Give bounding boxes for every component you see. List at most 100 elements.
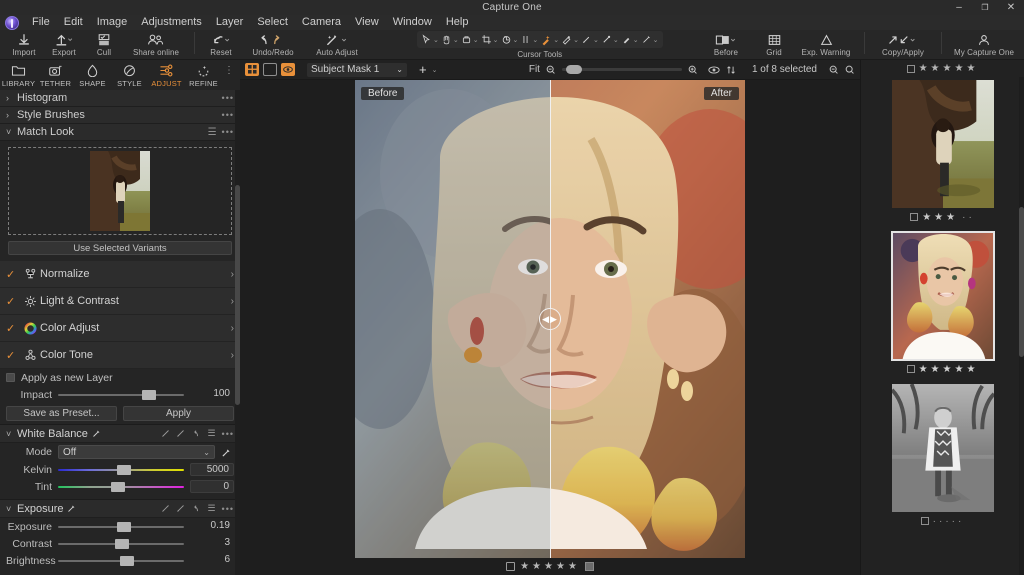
match-row-color-adjust[interactable]: ✓ Color Adjust › bbox=[0, 315, 240, 342]
search-icon[interactable] bbox=[845, 65, 855, 75]
menu-file[interactable]: File bbox=[25, 15, 57, 30]
grid-button[interactable]: Grid bbox=[754, 30, 794, 60]
scrollbar-thumb[interactable] bbox=[1019, 207, 1024, 357]
slider-knob[interactable] bbox=[116, 464, 131, 475]
panel-exposure-header[interactable]: ˅ Exposure ☰ ••• bbox=[0, 499, 240, 518]
zoom-slider-knob[interactable] bbox=[565, 65, 582, 74]
checkbox-checked-icon[interactable]: ✓ bbox=[6, 349, 20, 362]
menu-layer[interactable]: Layer bbox=[209, 15, 251, 30]
tool-tab-shape[interactable]: SHAPE bbox=[74, 60, 111, 90]
menu-image[interactable]: Image bbox=[90, 15, 135, 30]
use-selected-variants-button[interactable]: Use Selected Variants bbox=[8, 241, 232, 255]
before-after-photo[interactable]: Before After ◀▶ bbox=[355, 80, 745, 558]
mask-view-icon[interactable] bbox=[281, 63, 295, 76]
thumbnail-list[interactable]: ★★★ ·· ★★★★★ ····· bbox=[861, 77, 1024, 575]
match-row-normalize[interactable]: ✓ Normalize › bbox=[0, 261, 240, 288]
thumbnail-item[interactable]: ★★★★★ bbox=[861, 231, 1024, 377]
slider-knob[interactable] bbox=[141, 389, 156, 400]
blonde-portrait-thumbnail[interactable] bbox=[890, 231, 995, 361]
rating-stars[interactable]: ★★★ bbox=[922, 212, 958, 223]
browser-header-stars[interactable]: ★★★★★ bbox=[919, 63, 979, 74]
contrast-value[interactable]: 3 bbox=[190, 537, 234, 550]
select-checkbox-icon[interactable] bbox=[506, 562, 516, 571]
undo-redo-button[interactable]: Undo/Redo bbox=[241, 30, 305, 60]
kelvin-slider[interactable] bbox=[58, 464, 184, 476]
viewer-rating-stars[interactable]: ★★★★★ bbox=[520, 561, 580, 572]
auto-adjust-button[interactable]: Auto Adjust bbox=[305, 30, 369, 60]
mask-select[interactable]: Subject Mask 1 ⌄ bbox=[307, 62, 407, 77]
panel-menu-icon[interactable]: ••• bbox=[222, 127, 234, 137]
exposure-slider[interactable] bbox=[58, 521, 184, 533]
thumbnail-item[interactable]: ····· bbox=[861, 383, 1024, 529]
single-view-icon[interactable] bbox=[263, 63, 277, 76]
capture-one-logo-icon[interactable] bbox=[5, 15, 19, 30]
thumbnail-rating[interactable]: ····· bbox=[920, 513, 965, 529]
checkbox-icon[interactable] bbox=[6, 373, 15, 382]
thumbnail-rating[interactable]: ★★★ ·· bbox=[910, 209, 975, 225]
draw-mask-icon[interactable]: ⌄ bbox=[580, 31, 600, 48]
color-picker-icon[interactable]: ⌄ bbox=[460, 31, 480, 48]
import-button[interactable]: Import bbox=[4, 30, 44, 60]
chevron-right-icon[interactable]: › bbox=[231, 269, 234, 280]
panel-match-look-header[interactable]: ˅ Match Look ☰ ••• bbox=[0, 124, 240, 141]
panel-presets-icon[interactable]: ☰ bbox=[208, 127, 217, 138]
gradient-mask-icon[interactable]: ⌄ bbox=[600, 31, 620, 48]
crop-icon[interactable]: ⌄ bbox=[480, 31, 500, 48]
pan-cursor-icon[interactable]: ⌄ bbox=[420, 31, 440, 48]
reset-button[interactable]: Reset bbox=[201, 30, 241, 60]
color-tag-icon[interactable] bbox=[584, 562, 594, 571]
rating-empty[interactable]: ····· bbox=[933, 516, 965, 527]
close-button[interactable]: ✕ bbox=[998, 0, 1024, 15]
zoom-slider[interactable] bbox=[561, 65, 682, 74]
before-after-button[interactable]: Before bbox=[698, 30, 754, 60]
eraser-icon[interactable]: ⌄ bbox=[560, 31, 580, 48]
share-online-button[interactable]: Share online bbox=[124, 30, 188, 60]
copy-apply-button[interactable]: Copy/Apply bbox=[871, 30, 935, 60]
select-checkbox-icon[interactable] bbox=[920, 517, 929, 525]
white-balance-picker-icon[interactable] bbox=[92, 429, 101, 438]
cull-button[interactable]: Cull bbox=[84, 30, 124, 60]
tool-tab-refine[interactable]: REFINE bbox=[185, 60, 222, 90]
match-row-light-contrast[interactable]: ✓ Light & Contrast › bbox=[0, 288, 240, 315]
bw-portrait-thumbnail[interactable] bbox=[891, 383, 995, 513]
reference-image-thumbnail[interactable] bbox=[90, 151, 150, 231]
panel-presets-icon[interactable]: ☰ bbox=[207, 503, 215, 514]
local-adjust-icon[interactable] bbox=[176, 429, 185, 438]
panel-menu-icon[interactable]: ••• bbox=[222, 429, 234, 439]
rating-empty[interactable]: ·· bbox=[962, 212, 975, 223]
brightness-slider[interactable] bbox=[58, 555, 184, 567]
apply-button[interactable]: Apply bbox=[123, 406, 234, 421]
exposure-warning-button[interactable]: Exp. Warning bbox=[794, 30, 858, 60]
zoom-in-icon[interactable] bbox=[688, 65, 698, 75]
contrast-slider[interactable] bbox=[58, 538, 184, 550]
menu-help[interactable]: Help bbox=[439, 15, 476, 30]
exposure-value[interactable]: 0.19 bbox=[190, 520, 234, 533]
tool-tab-style[interactable]: STYLE bbox=[111, 60, 148, 90]
panel-style-brushes[interactable]: › Style Brushes ••• bbox=[0, 107, 240, 124]
thumbnail-rating[interactable]: ★★★★★ bbox=[906, 361, 979, 377]
menu-adjustments[interactable]: Adjustments bbox=[134, 15, 209, 30]
image-viewer[interactable]: Before After ◀▶ bbox=[240, 80, 860, 558]
panel-presets-icon[interactable]: ☰ bbox=[207, 428, 215, 439]
straighten-icon[interactable]: ⌄ bbox=[519, 31, 539, 48]
chevron-right-icon[interactable]: › bbox=[231, 296, 234, 307]
save-as-preset-button[interactable]: Save as Preset... bbox=[6, 406, 117, 421]
tint-value[interactable]: 0 bbox=[190, 480, 234, 493]
checkbox-checked-icon[interactable]: ✓ bbox=[6, 295, 20, 308]
match-look-dropzone[interactable] bbox=[8, 147, 232, 235]
slider-knob[interactable] bbox=[116, 521, 131, 532]
reset-slider-icon[interactable] bbox=[161, 429, 170, 438]
select-checkbox-icon[interactable] bbox=[906, 64, 915, 73]
browser-scrollbar[interactable] bbox=[1019, 77, 1024, 575]
exposure-picker-icon[interactable] bbox=[67, 504, 76, 513]
local-adjust-icon[interactable] bbox=[176, 504, 185, 513]
rating-stars[interactable]: ★★★★★ bbox=[919, 364, 979, 375]
panel-menu-icon[interactable]: ••• bbox=[222, 504, 234, 514]
tool-tab-tether[interactable]: TETHER bbox=[37, 60, 74, 90]
hand-cursor-icon[interactable]: ⌄ bbox=[440, 31, 460, 48]
visibility-icon[interactable] bbox=[708, 65, 720, 74]
checkbox-checked-icon[interactable]: ✓ bbox=[6, 322, 20, 335]
tree-portrait-thumbnail[interactable] bbox=[891, 79, 995, 209]
menu-camera[interactable]: Camera bbox=[295, 15, 348, 30]
chevron-right-icon[interactable]: › bbox=[231, 350, 234, 361]
